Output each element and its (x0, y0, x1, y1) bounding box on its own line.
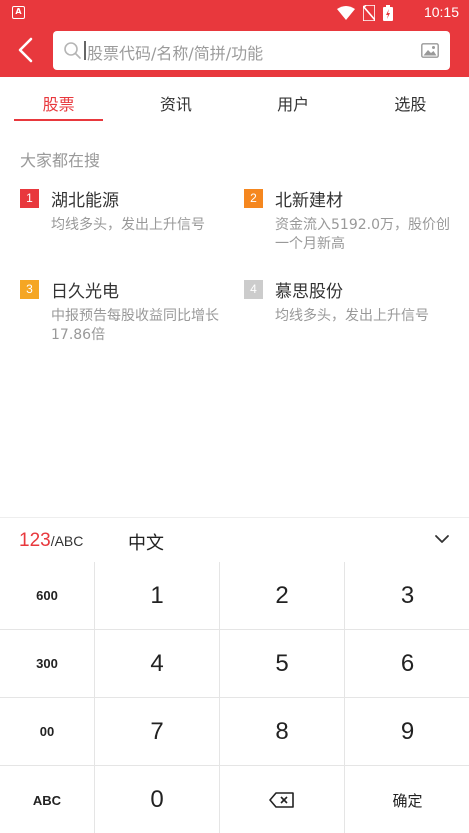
rank-badge: 3 (20, 280, 39, 299)
key-300[interactable]: 300 (0, 630, 94, 697)
stock-signal: 资金流入5192.0万，股价创一个月新高 (275, 217, 450, 252)
status-time: 10:15 (423, 4, 459, 20)
confirm-button[interactable]: 确定 (345, 766, 469, 833)
hot-item-2[interactable]: 2 北新建材 资金流入5192.0万，股价创一个月新高 (244, 186, 459, 256)
search-input[interactable]: 股票代码/名称/简拼/功能 (87, 40, 263, 64)
key-4[interactable]: 4 (95, 630, 219, 697)
key-abc[interactable]: ABC (0, 766, 94, 833)
back-button[interactable] (14, 36, 40, 64)
category-tabs: 股票 资讯 用户 选股 (0, 77, 469, 123)
search-box[interactable]: 股票代码/名称/简拼/功能 (53, 31, 450, 70)
tab-stocks[interactable]: 股票 (0, 77, 117, 123)
tab-news[interactable]: 资讯 (117, 77, 234, 123)
stock-name: 日久光电 (51, 282, 119, 302)
back-arrow-icon (18, 37, 33, 63)
rank-badge: 4 (244, 280, 263, 299)
hot-item-4[interactable]: 4 慕思股份 均线多头，发出上升信号 (244, 277, 459, 337)
hot-item-3[interactable]: 3 日久光电 中报预告每股收益同比增长17.86倍 (20, 277, 235, 347)
key-600[interactable]: 600 (0, 562, 94, 629)
tab-users[interactable]: 用户 (235, 77, 352, 123)
rank-badge: 1 (20, 189, 39, 208)
key-2[interactable]: 2 (220, 562, 344, 629)
mode-alpha-label: /ABC (50, 533, 84, 549)
hot-item-1[interactable]: 1 湖北能源 均线多头，发出上升信号 (20, 186, 235, 246)
wifi-icon (337, 6, 355, 20)
backspace-button[interactable] (220, 766, 344, 833)
keyboard-mode-toggle[interactable]: 123/ABC (19, 530, 83, 552)
chevron-down-icon[interactable] (434, 533, 450, 545)
key-00[interactable]: 00 (0, 698, 94, 765)
backspace-icon (269, 792, 294, 808)
mode-numeric-label: 123 (19, 530, 51, 551)
key-0[interactable]: 0 (95, 766, 219, 833)
app-notification-icon: A (12, 6, 25, 19)
stock-name: 慕思股份 (275, 282, 343, 302)
key-6[interactable]: 6 (345, 630, 469, 697)
top-header: A 10:15 股票代码/名称/简拼/功能 (0, 0, 469, 77)
stock-name: 湖北能源 (51, 191, 119, 211)
status-icons (337, 5, 393, 21)
search-icon (64, 42, 81, 59)
no-sim-icon (363, 5, 375, 21)
numeric-keypad: 600 1 2 3 300 4 5 6 00 7 8 9 ABC 0 确定 (0, 562, 469, 833)
stock-signal: 均线多头，发出上升信号 (275, 308, 429, 324)
key-1[interactable]: 1 (95, 562, 219, 629)
status-bar: A 10:15 (0, 0, 469, 26)
battery-icon (383, 5, 393, 21)
image-search-icon[interactable] (421, 43, 439, 58)
hot-search-title: 大家都在搜 (20, 151, 101, 170)
key-9[interactable]: 9 (345, 698, 469, 765)
stock-name: 北新建材 (275, 191, 343, 211)
stock-signal: 均线多头，发出上升信号 (51, 217, 205, 233)
chinese-keyboard-button[interactable]: 中文 (128, 529, 164, 555)
key-8[interactable]: 8 (220, 698, 344, 765)
keyboard-toolbar: 123/ABC 中文 (0, 517, 469, 562)
stock-signal: 中报预告每股收益同比增长17.86倍 (51, 308, 219, 343)
key-3[interactable]: 3 (345, 562, 469, 629)
rank-badge: 2 (244, 189, 263, 208)
tab-stock-picking[interactable]: 选股 (352, 77, 469, 123)
key-7[interactable]: 7 (95, 698, 219, 765)
key-5[interactable]: 5 (220, 630, 344, 697)
text-cursor (84, 41, 86, 60)
